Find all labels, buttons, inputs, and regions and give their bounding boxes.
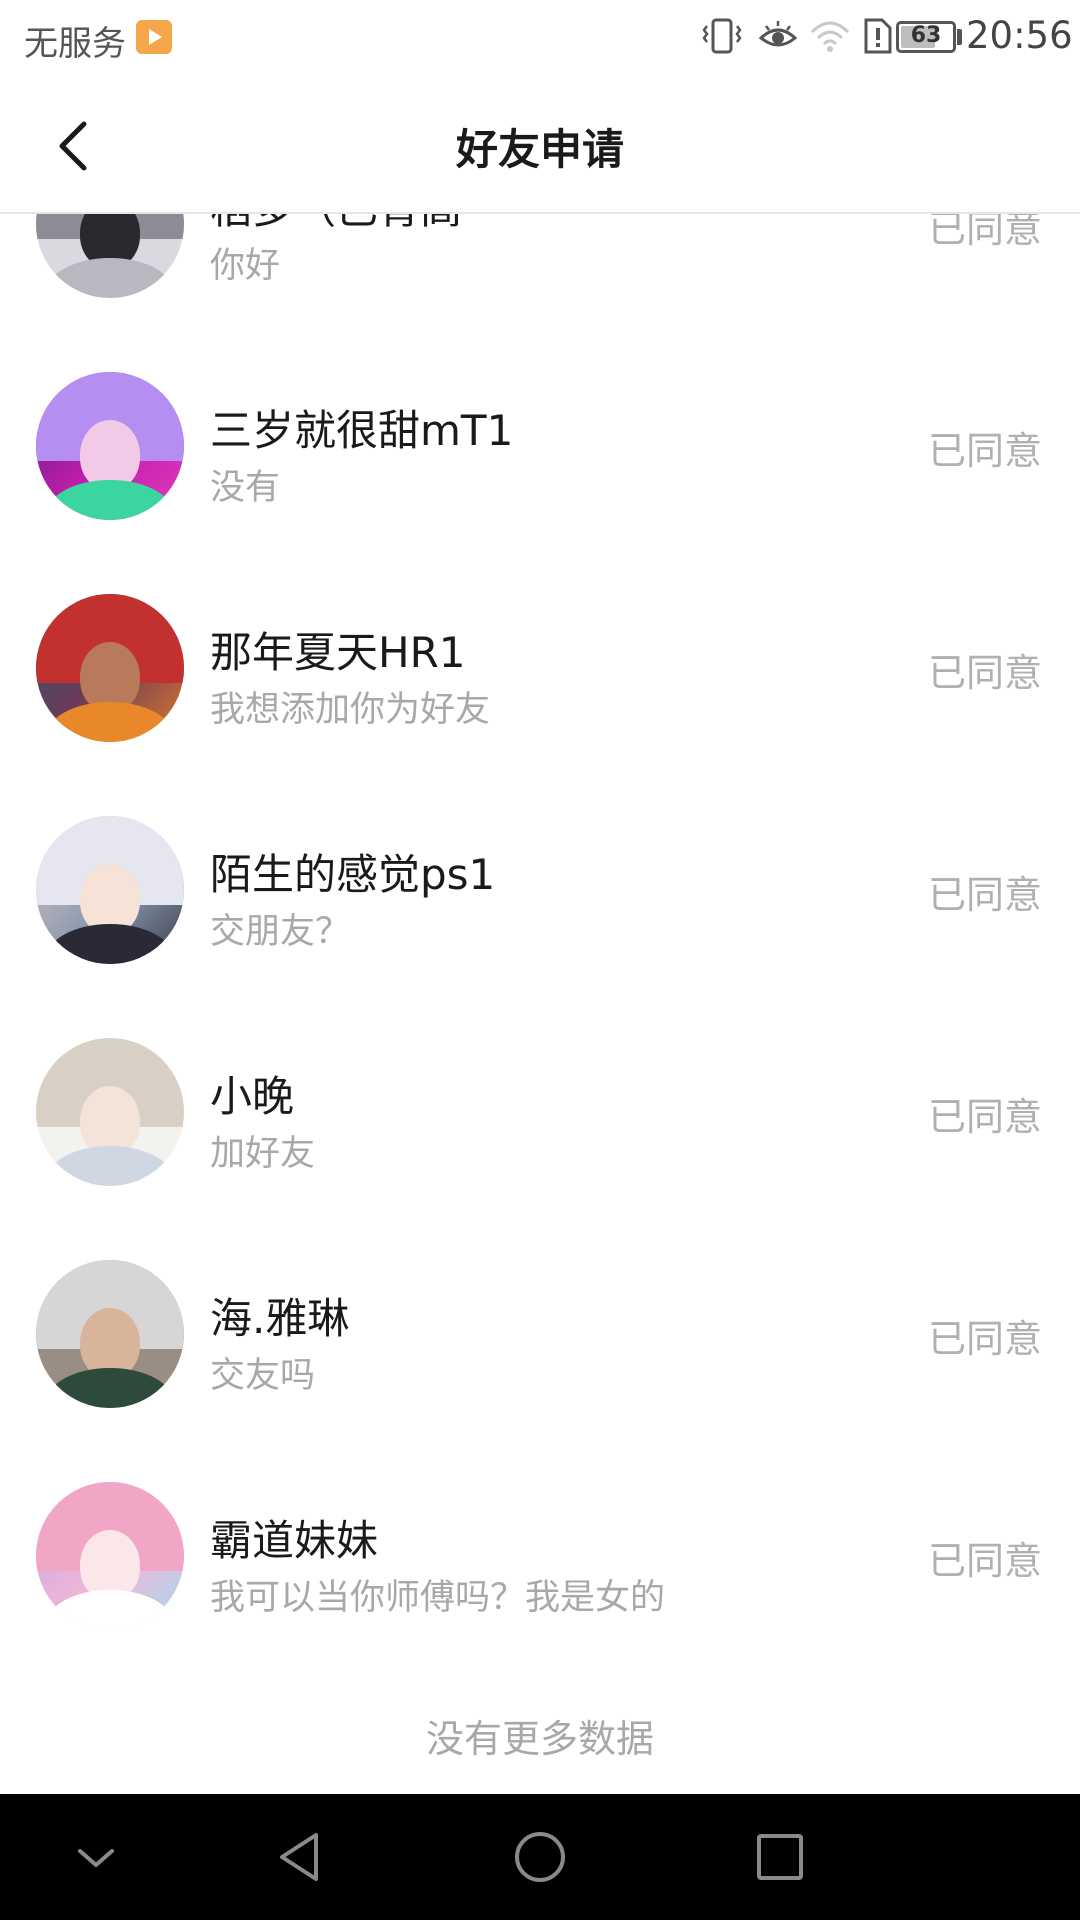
status-label: 已同意 [927,429,1042,473]
request-message: 加好友 [210,1134,316,1174]
request-message: 我想添加你为好友 [210,690,491,730]
nickname: 小晚 [210,1072,295,1121]
nav-hide-icon[interactable] [66,1827,126,1887]
system-nav-bar [0,1794,1080,1920]
status-label: 已同意 [927,1539,1042,1583]
nickname: 稻多（已青高 [210,214,462,236]
nickname: 霸道妹妹 [210,1516,379,1565]
list-item[interactable]: 小晚 加好友 已同意 [0,1001,1080,1223]
list-item[interactable]: 霸道妹妹 我可以当你师傅吗？我是女的 已同意 [0,1445,1080,1667]
vibrate-icon [702,18,742,54]
wifi-icon [810,21,850,52]
page-title: 好友申请 [455,125,624,174]
carrier-label: 无服务 [24,24,126,64]
request-message: 交朋友？ [210,912,351,952]
status-time: 20:56 [966,14,1073,57]
avatar[interactable] [36,816,184,964]
nickname: 三岁就很甜mT1 [210,406,514,455]
no-more-data-label: 没有更多数据 [425,1717,654,1761]
eye-comfort-icon [758,21,798,47]
page-header: 好友申请 [0,74,1080,214]
request-message: 交友吗 [210,1356,316,1396]
avatar[interactable] [36,594,184,742]
status-label: 已同意 [927,873,1042,917]
list-item[interactable]: 三岁就很甜mT1 没有 已同意 [0,335,1080,557]
status-label: 已同意 [927,1095,1042,1139]
request-message: 没有 [210,468,281,508]
avatar[interactable] [36,1260,184,1408]
nickname: 陌生的感觉ps1 [210,850,496,899]
friend-request-list[interactable]: 稻多（已青高 你好 已同意 三岁就很甜mT1 没有 已同意 那年夏天HR1 我想… [0,214,1080,1794]
status-label: 已同意 [927,214,1042,251]
battery-cap [957,29,962,45]
avatar[interactable] [36,214,184,298]
sim-alert-icon [864,18,892,54]
carrier-app-icon [136,20,172,54]
nav-recents-icon[interactable] [750,1827,810,1887]
nickname: 那年夏天HR1 [210,628,466,677]
request-message: 你好 [210,246,281,286]
avatar[interactable] [36,372,184,520]
battery-percent: 63 [910,23,942,48]
nickname: 海.雅琳 [210,1294,350,1343]
status-label: 已同意 [927,1317,1042,1361]
list-item[interactable]: 那年夏天HR1 我想添加你为好友 已同意 [0,557,1080,779]
avatar[interactable] [36,1482,184,1630]
nav-home-icon[interactable] [510,1827,570,1887]
list-item[interactable]: 稻多（已青高 你好 已同意 [0,214,1080,335]
list-item[interactable]: 海.雅琳 交友吗 已同意 [0,1223,1080,1445]
nav-back-icon[interactable] [270,1827,330,1887]
status-bar: 无服务 63 20:56 [0,0,1080,74]
list-item[interactable]: 陌生的感觉ps1 交朋友？ 已同意 [0,779,1080,1001]
request-message: 我可以当你师傅吗？我是女的 [210,1578,666,1618]
status-label: 已同意 [927,651,1042,695]
avatar[interactable] [36,1038,184,1186]
